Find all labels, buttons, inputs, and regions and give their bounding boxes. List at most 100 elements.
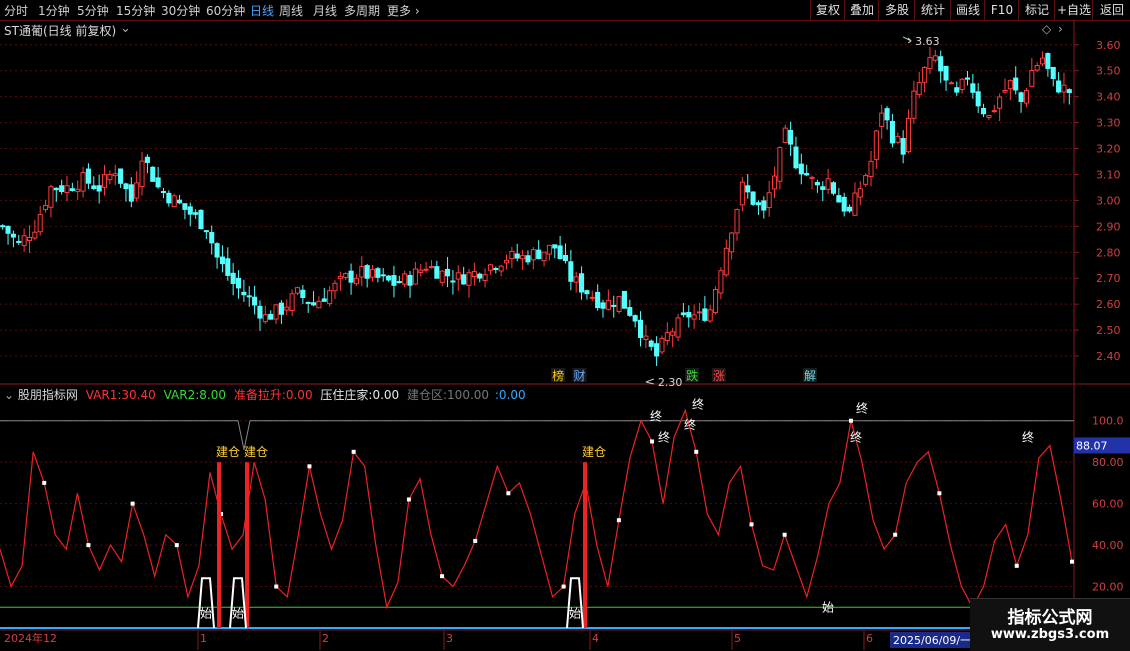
candle-body [514, 253, 520, 259]
month-label: 4 [592, 632, 599, 645]
indicator-header: ⌄ 股朋指标网 VAR1:30.40 VAR2:8.00 准备拉升:0.00 压… [4, 386, 526, 403]
settings-circle-icon[interactable]: ⌄ [4, 388, 14, 402]
candle-body [461, 274, 467, 285]
candle-body [1029, 69, 1035, 87]
candle-body [139, 160, 145, 187]
candle-body [739, 181, 745, 206]
candle-body [225, 258, 231, 276]
period-tab-8[interactable]: 月线 [313, 2, 337, 19]
var2-value: 8.00 [199, 388, 226, 402]
candle-body [1007, 79, 1013, 90]
candle-body [782, 127, 788, 144]
period-tab-9[interactable]: 多周期 [344, 2, 380, 19]
high-marker-label: 3.63 [915, 35, 940, 48]
candle-body [718, 270, 724, 294]
candle-body [21, 235, 27, 247]
candle-body [589, 296, 595, 299]
candle-body [536, 249, 542, 259]
current-value-label: 88.07 [1076, 439, 1108, 452]
build-tag: 建仓 [582, 445, 606, 459]
period-tab-1[interactable]: 1分钟 [38, 2, 70, 19]
candle-body [541, 251, 547, 262]
candle-body [520, 255, 526, 260]
candle-body [605, 299, 611, 310]
candle-body [964, 77, 971, 80]
period-tab-10[interactable]: 更多 › [387, 2, 420, 19]
candle-body [927, 57, 933, 70]
period-tab-7[interactable]: 周线 [279, 2, 303, 19]
candle-body [1023, 90, 1029, 104]
candle-body [777, 147, 783, 182]
toolbar-button-2[interactable]: 多股 [878, 0, 915, 20]
candle-body [16, 240, 22, 243]
osc-marker [274, 584, 279, 589]
month-label: 5 [734, 632, 741, 645]
osc-marker [351, 449, 356, 454]
candle-body [5, 225, 11, 234]
period-tab-2[interactable]: 5分钟 [77, 2, 109, 19]
toolbar-button-8[interactable]: 返回 [1092, 0, 1130, 20]
candle-body [144, 156, 150, 163]
build-spike [245, 462, 249, 628]
build-value: 100.00 [447, 388, 490, 402]
chevron-right-icon[interactable]: › [1058, 22, 1063, 36]
period-tab-4[interactable]: 30分钟 [161, 2, 200, 19]
candle-body [820, 186, 826, 190]
candle-body [214, 243, 220, 258]
chevron-down-icon[interactable]: ⌄ [120, 21, 131, 36]
period-tab-0[interactable]: 分时 [4, 2, 28, 19]
candle-body [123, 183, 129, 190]
candle-body [203, 230, 209, 233]
candle-body [412, 268, 418, 285]
candle-body [471, 271, 477, 277]
candle-body [702, 308, 708, 321]
end-tag: 终 [1022, 429, 1034, 444]
toolbar-button-6[interactable]: 标记 [1018, 0, 1055, 20]
period-tab-3[interactable]: 15分钟 [116, 2, 155, 19]
candle-body [981, 107, 987, 115]
candle-body [557, 245, 563, 260]
candle-body [675, 317, 681, 338]
osc-marker [650, 439, 655, 444]
period-tab-6[interactable]: 日线 [250, 2, 274, 19]
toolbar-button-3[interactable]: 统计 [914, 0, 951, 20]
candle-body [375, 268, 381, 278]
candle-body [750, 191, 756, 205]
candle-body [311, 302, 317, 306]
toolbar-button-0[interactable]: 复权 [810, 0, 845, 20]
candle-body [680, 312, 686, 316]
toolbar: 分时 1分钟 5分钟 15分钟 30分钟 60分钟 日线 周线 月线 多周期 更多 › 复权 叠加 多股统… [0, 0, 1130, 21]
candle-body [771, 175, 778, 190]
candle-body [814, 181, 820, 186]
candle-body [1018, 92, 1024, 102]
build-label: 建仓区: [407, 388, 448, 402]
toolbar-button-1[interactable]: 叠加 [844, 0, 879, 20]
candle-body [209, 232, 215, 244]
toolbar-button-4[interactable]: 画线 [950, 0, 985, 20]
candle-body [761, 200, 767, 211]
candle-body [327, 290, 333, 305]
osc-marker [130, 501, 135, 506]
period-tab-5[interactable]: 60分钟 [206, 2, 245, 19]
osc-marker [937, 491, 942, 496]
candle-body [53, 187, 59, 191]
candle-body [922, 67, 928, 83]
osc-marker [749, 522, 754, 527]
candle-body [884, 108, 890, 121]
toolbar-button-5[interactable]: F10 [984, 0, 1019, 20]
candle-body [852, 192, 858, 216]
toolbar-button-7[interactable]: +自选 [1054, 0, 1093, 20]
diamond-icon[interactable]: ◇ [1042, 22, 1051, 36]
osc-marker [1070, 559, 1074, 564]
end-tag: 终 [850, 429, 862, 444]
candle-body [809, 176, 815, 179]
candle-body [487, 264, 493, 271]
candle-body [600, 302, 606, 309]
candle-body [289, 293, 295, 312]
start-tag: 始 [569, 607, 581, 621]
candle-body [150, 166, 156, 182]
candle-body [755, 202, 761, 206]
candle-body [664, 332, 670, 342]
candle-body [911, 90, 917, 119]
candle-body [466, 272, 472, 286]
